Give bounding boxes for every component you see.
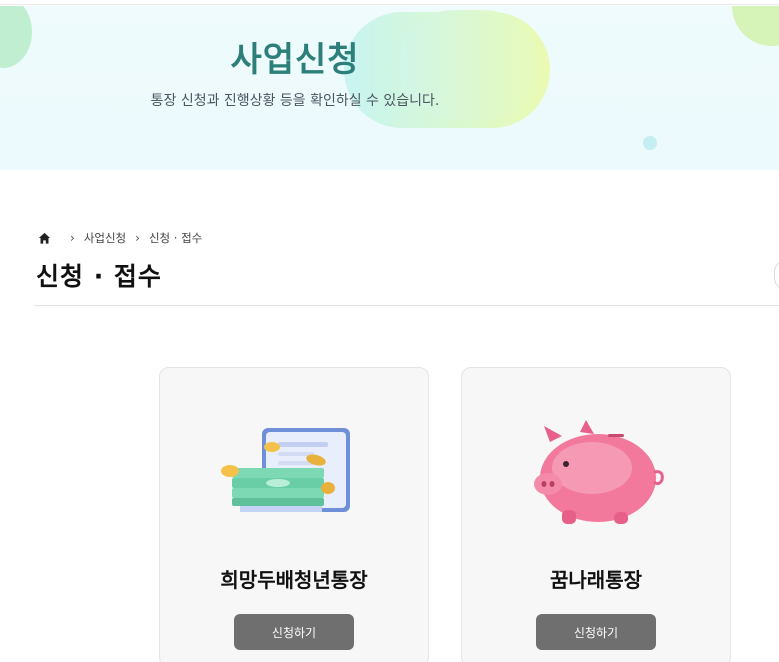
chevron-right-icon: › <box>70 231 75 245</box>
hero-subtitle: 통장 신청과 진행상황 등을 확인하실 수 있습니다. <box>150 93 440 109</box>
product-name: 희망두배청년통장 <box>220 568 368 592</box>
side-scroll-button[interactable] <box>774 260 779 290</box>
decor-dot <box>643 136 657 150</box>
apply-button-dream-wing[interactable]: 신청하기 <box>536 614 656 650</box>
apply-button-hope-double[interactable]: 신청하기 <box>234 614 354 650</box>
breadcrumb-item-current[interactable]: 신청 · 접수 <box>149 230 202 246</box>
title-divider <box>34 305 779 306</box>
hero-title: 사업신청 <box>230 40 360 80</box>
hero-banner: 사업신청 통장 신청과 진행상황 등을 확인하실 수 있습니다. <box>0 6 779 170</box>
top-border <box>0 0 779 5</box>
money-wallet-icon <box>220 420 370 530</box>
page-title: 신청 · 접수 <box>36 262 162 291</box>
home-icon[interactable] <box>38 232 51 245</box>
product-card-hope-double: 희망두배청년통장 신청하기 <box>159 367 429 662</box>
chevron-right-icon: › <box>135 231 140 245</box>
decor-blob-right <box>732 6 779 46</box>
product-name: 꿈나래통장 <box>550 568 642 592</box>
breadcrumb-item-business[interactable]: 사업신청 <box>84 230 126 246</box>
piggy-bank-icon <box>522 420 672 530</box>
breadcrumb: › 사업신청 › 신청 · 접수 <box>38 229 202 247</box>
product-card-dream-wing: 꿈나래통장 신청하기 <box>461 367 731 662</box>
